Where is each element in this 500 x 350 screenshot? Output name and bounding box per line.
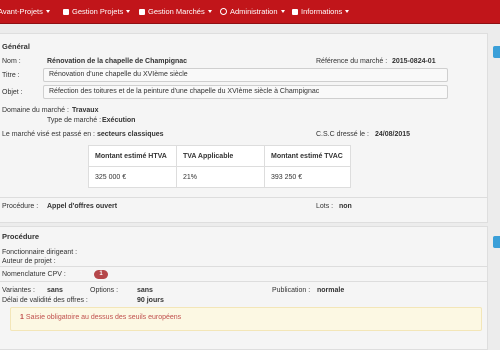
passe-en-label: Le marché visé est passé en : — [2, 131, 95, 138]
divider — [0, 197, 488, 198]
edit-procedure-button[interactable] — [493, 236, 500, 248]
variantes-label: Variantes : — [2, 287, 35, 294]
nav-gestion-marches[interactable]: Gestion Marchés — [139, 0, 212, 24]
top-navbar: Avant-Projets Gestion Projets Gestion Ma… — [0, 0, 500, 24]
table-header-row: Montant estimé HTVA TVA Applicable Monta… — [88, 145, 351, 167]
chevron-down-icon — [207, 10, 212, 13]
header-htva: Montant estimé HTVA — [88, 145, 177, 167]
delai-label: Délai de validité des offres : — [2, 297, 88, 304]
type-marche-label: Type de marché : — [47, 117, 102, 124]
domaine-value: Travaux — [72, 107, 99, 114]
publication-label: Publication : — [272, 287, 311, 294]
nom-label: Nom : — [2, 58, 21, 65]
type-marche-value: Exécution — [102, 117, 136, 124]
edit-general-button[interactable] — [493, 46, 500, 58]
publication-value: normale — [317, 287, 345, 294]
options-label: Options : — [90, 287, 119, 294]
nom-value: Rénovation de la chapelle de Champignac — [47, 58, 188, 65]
cell-tvac: 393 250 € — [264, 166, 351, 188]
chevron-down-icon — [280, 10, 285, 13]
nav-gestion-marches-label: Gestion Marchés — [148, 7, 205, 16]
nav-gestion-projets[interactable]: Gestion Projets — [63, 0, 131, 24]
nav-avant-projets-label: Avant-Projets — [0, 7, 43, 16]
lots-label: Lots : — [316, 203, 334, 210]
reference-label: Référence du marché : — [316, 58, 388, 65]
nav-gestion-projets-label: Gestion Projets — [72, 7, 124, 16]
alert-message: 1 Saisie obligatoire au dessus des seuils… — [20, 314, 181, 321]
nav-informations-label: Informations — [301, 7, 343, 16]
passe-en-value: secteurs classiques — [97, 131, 164, 138]
gear-icon — [220, 8, 227, 15]
nav-avant-projets[interactable]: Avant-Projets — [0, 0, 50, 24]
nav-administration-label: Administration — [230, 7, 278, 16]
nav-administration[interactable]: Administration — [220, 0, 285, 24]
objet-field[interactable]: Réfection des toitures et de la peinture… — [43, 85, 448, 99]
warning-alert: 1 Saisie obligatoire au dessus des seuils… — [10, 307, 482, 331]
alert-number: 1 — [20, 314, 24, 321]
chevron-down-icon — [126, 10, 131, 13]
procedure-value: Appel d'offres ouvert — [47, 203, 118, 210]
chevron-down-icon — [345, 10, 350, 13]
csc-value: 24/08/2015 — [375, 131, 411, 138]
titre-label: Titre : — [2, 72, 20, 79]
csc-label: C.S.C dressé le : — [316, 131, 369, 138]
book-icon — [292, 8, 298, 15]
variantes-value: sans — [47, 287, 63, 294]
alert-text: Saisie obligatoire au dessus des seuils … — [25, 314, 182, 321]
procedure-section-title: Procédure — [2, 232, 40, 241]
options-value: sans — [137, 287, 153, 294]
cpv-label: Nomenclature CPV : — [2, 271, 66, 278]
cell-htva: 325 000 € — [88, 166, 177, 188]
reference-value: 2015-0824-01 — [392, 58, 436, 65]
titre-field[interactable]: Rénovation d'une chapelle du XVIème sièc… — [43, 68, 448, 82]
divider — [0, 281, 488, 282]
general-section-title: Général — [2, 42, 30, 51]
book-icon — [63, 8, 69, 15]
nav-informations[interactable]: Informations — [292, 0, 350, 24]
header-tvac: Montant estimé TVAC — [264, 145, 351, 167]
header-tva: TVA Applicable — [176, 145, 265, 167]
lots-value: non — [339, 203, 352, 210]
objet-label: Objet : — [2, 89, 23, 96]
delai-value: 90 jours — [137, 297, 164, 304]
fonctionnaire-label: Fonctionnaire dirigeant : — [2, 249, 78, 256]
cpv-count-badge[interactable]: 1 — [94, 270, 108, 279]
domaine-label: Domaine du marché : — [2, 107, 69, 114]
montant-table: Montant estimé HTVA TVA Applicable Monta… — [88, 145, 351, 188]
divider — [0, 266, 488, 267]
chevron-down-icon — [45, 10, 50, 13]
procedure-panel — [0, 226, 488, 350]
cell-tva: 21% — [176, 166, 265, 188]
table-row: 325 000 € 21% 393 250 € — [88, 166, 351, 188]
book-icon — [139, 8, 145, 15]
procedure-label: Procédure : — [2, 203, 39, 210]
auteur-label: Auteur de projet : — [2, 258, 56, 265]
